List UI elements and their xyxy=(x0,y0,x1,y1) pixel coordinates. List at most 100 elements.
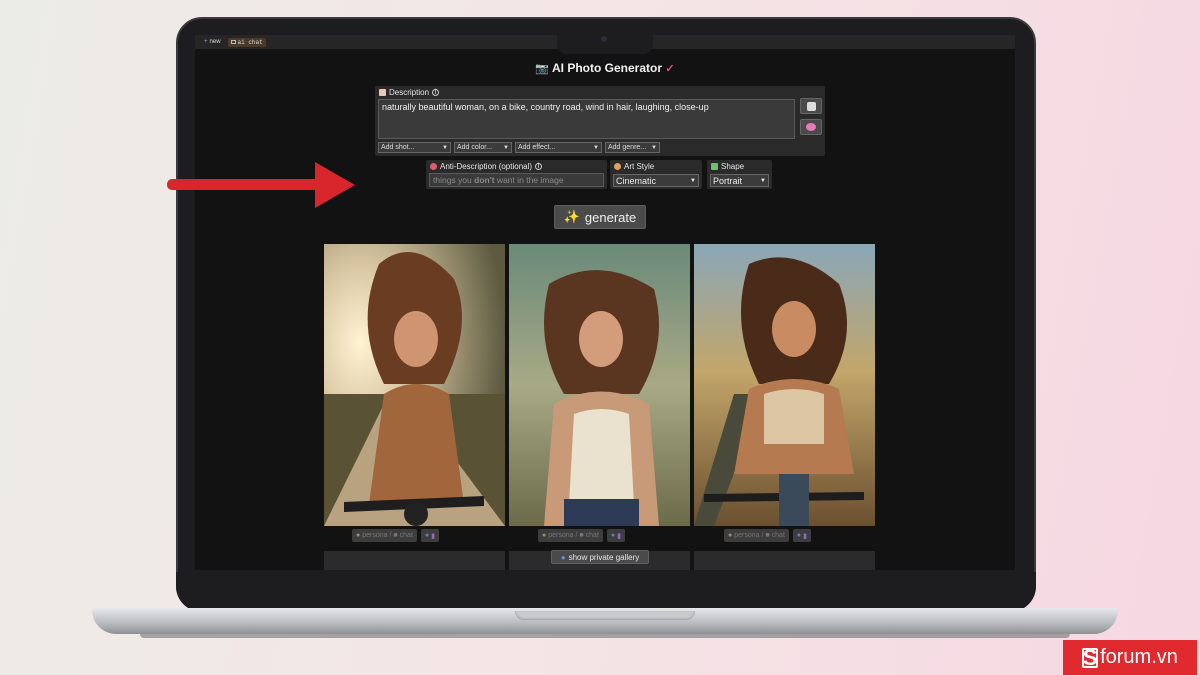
generate-label: generate xyxy=(584,209,637,225)
tab-new[interactable]: + new xyxy=(201,38,224,46)
laptop-opening-groove xyxy=(515,611,695,620)
add-genre-select[interactable]: Add genre... ▼ xyxy=(605,142,660,153)
plus-icon: + xyxy=(204,39,208,45)
shape-icon xyxy=(711,163,718,170)
anti-description-panel: Anti-Description (optional) i things you… xyxy=(426,160,607,189)
placeholder-text: things you xyxy=(433,175,475,185)
chevron-down-icon: ▼ xyxy=(593,144,599,151)
tab-ai-chat[interactable]: ai chat xyxy=(227,37,266,47)
chevron-down-icon: ▼ xyxy=(690,177,696,184)
page-title: 📷 AI Photo Generator ✓ xyxy=(195,61,1015,75)
chevron-down-icon: ▼ xyxy=(651,144,657,151)
paint-brush-icon: ✓ xyxy=(665,63,675,75)
chat-bubble-icon: ■ xyxy=(765,532,770,539)
share-save-button[interactable]: ● ▮ xyxy=(792,529,811,542)
generate-button[interactable]: ✨ generate xyxy=(554,205,646,229)
add-color-value: Add color... xyxy=(457,144,493,151)
globe-icon: ● xyxy=(796,532,802,539)
add-shot-value: Add shot... xyxy=(381,144,415,151)
art-style-panel: Art Style Cinematic ▼ xyxy=(610,160,702,189)
globe-icon: ● xyxy=(610,532,616,539)
brain-button[interactable] xyxy=(800,119,822,135)
shape-value: Portrait xyxy=(713,175,743,186)
no-entry-icon xyxy=(430,163,437,170)
save-icon: ▮ xyxy=(431,532,435,540)
persona-label: persona / xyxy=(548,532,578,539)
sparkles-icon: ✨ xyxy=(563,209,580,224)
shape-select[interactable]: Portrait ▼ xyxy=(710,174,769,187)
globe-icon: ● xyxy=(424,532,430,539)
forum-watermark: S forum.vn xyxy=(1063,640,1197,675)
show-private-gallery-button[interactable]: ● show private gallery xyxy=(551,550,649,564)
camera-icon: 📷 xyxy=(535,63,550,75)
add-shot-select[interactable]: Add shot... ▼ xyxy=(378,142,451,153)
add-genre-value: Add genre... xyxy=(608,144,647,151)
person-icon: ● xyxy=(542,532,547,539)
add-effect-select[interactable]: Add effect... ▼ xyxy=(515,142,602,153)
art-style-select[interactable]: Cinematic ▼ xyxy=(613,174,699,187)
image-1-footer xyxy=(324,551,505,570)
info-icon: i xyxy=(535,163,543,170)
tab-new-label: new xyxy=(209,39,221,45)
chevron-down-icon: ▼ xyxy=(503,144,509,151)
save-icon: ▮ xyxy=(617,532,621,540)
chevron-down-icon: ▼ xyxy=(442,144,448,151)
red-arrow-annotation xyxy=(167,162,355,208)
persona-chat-button[interactable]: ● persona / ■ chat xyxy=(724,529,789,542)
add-effect-value: Add effect... xyxy=(518,144,556,151)
generated-image-2[interactable] xyxy=(509,244,690,526)
chat-bubble-icon: ■ xyxy=(579,532,584,539)
description-input[interactable]: naturally beautiful woman, on a bike, co… xyxy=(378,99,795,139)
chevron-down-icon: ▼ xyxy=(760,177,766,184)
brain-icon xyxy=(806,123,816,131)
placeholder-text: want in the image xyxy=(494,175,564,185)
persona-label: persona / xyxy=(734,532,764,539)
palette-icon xyxy=(614,163,621,170)
description-panel: Description i naturally beautiful woman,… xyxy=(375,86,825,156)
watermark-text: forum.vn xyxy=(1100,646,1178,668)
forum-logo-icon: S xyxy=(1082,644,1099,670)
screen: + new ai chat 📷 AI Photo Generator ✓ Des… xyxy=(195,35,1015,570)
chat-window-icon xyxy=(230,40,236,44)
add-color-select[interactable]: Add color... ▼ xyxy=(454,142,512,153)
gallery-label: show private gallery xyxy=(568,552,640,562)
person-icon: ● xyxy=(728,532,733,539)
persona-label: persona / xyxy=(362,532,392,539)
dice-button[interactable] xyxy=(800,98,822,114)
woman-on-bike-photo-1 xyxy=(324,244,505,526)
persona-chat-button[interactable]: ● persona / ■ chat xyxy=(538,529,603,542)
art-style-label: Art Style xyxy=(614,162,654,171)
woman-on-bike-photo-2 xyxy=(509,244,690,526)
page-title-text: AI Photo Generator xyxy=(552,61,663,75)
image-2-actions: ● persona / ■ chat ● ▮ xyxy=(538,529,625,542)
image-3-actions: ● persona / ■ chat ● ▮ xyxy=(724,529,811,542)
dice-icon xyxy=(806,101,816,111)
generated-image-3[interactable] xyxy=(694,244,875,526)
anti-description-label: Anti-Description (optional) i xyxy=(430,162,543,171)
laptop-base-shadow xyxy=(140,634,1070,638)
image-1-actions: ● persona / ■ chat ● ▮ xyxy=(352,529,439,542)
chat-label: chat xyxy=(585,532,599,539)
anti-description-input[interactable]: things you don't want in the image xyxy=(429,173,604,187)
share-save-button[interactable]: ● ▮ xyxy=(420,529,439,542)
description-label-text: Description xyxy=(389,88,430,97)
description-label: Description i xyxy=(379,88,440,97)
woman-on-bike-photo-3 xyxy=(694,244,875,526)
chat-label: chat xyxy=(771,532,785,539)
info-icon: i xyxy=(432,89,440,96)
art-style-value: Cinematic xyxy=(616,175,657,186)
chat-label: chat xyxy=(399,532,413,539)
image-3-footer xyxy=(694,551,875,570)
camera-notch xyxy=(557,30,653,54)
shape-label: Shape xyxy=(711,162,744,171)
placeholder-bold-text: don't xyxy=(474,175,495,185)
shield-icon: ● xyxy=(560,552,566,562)
document-icon xyxy=(379,89,386,96)
shape-label-text: Shape xyxy=(721,162,745,171)
tab-ai-chat-label: ai chat xyxy=(237,38,263,46)
generated-image-1[interactable] xyxy=(324,244,505,526)
anti-description-label-text: Anti-Description (optional) xyxy=(440,162,533,171)
shape-panel: Shape Portrait ▼ xyxy=(707,160,772,189)
persona-chat-button[interactable]: ● persona / ■ chat xyxy=(352,529,417,542)
share-save-button[interactable]: ● ▮ xyxy=(606,529,625,542)
